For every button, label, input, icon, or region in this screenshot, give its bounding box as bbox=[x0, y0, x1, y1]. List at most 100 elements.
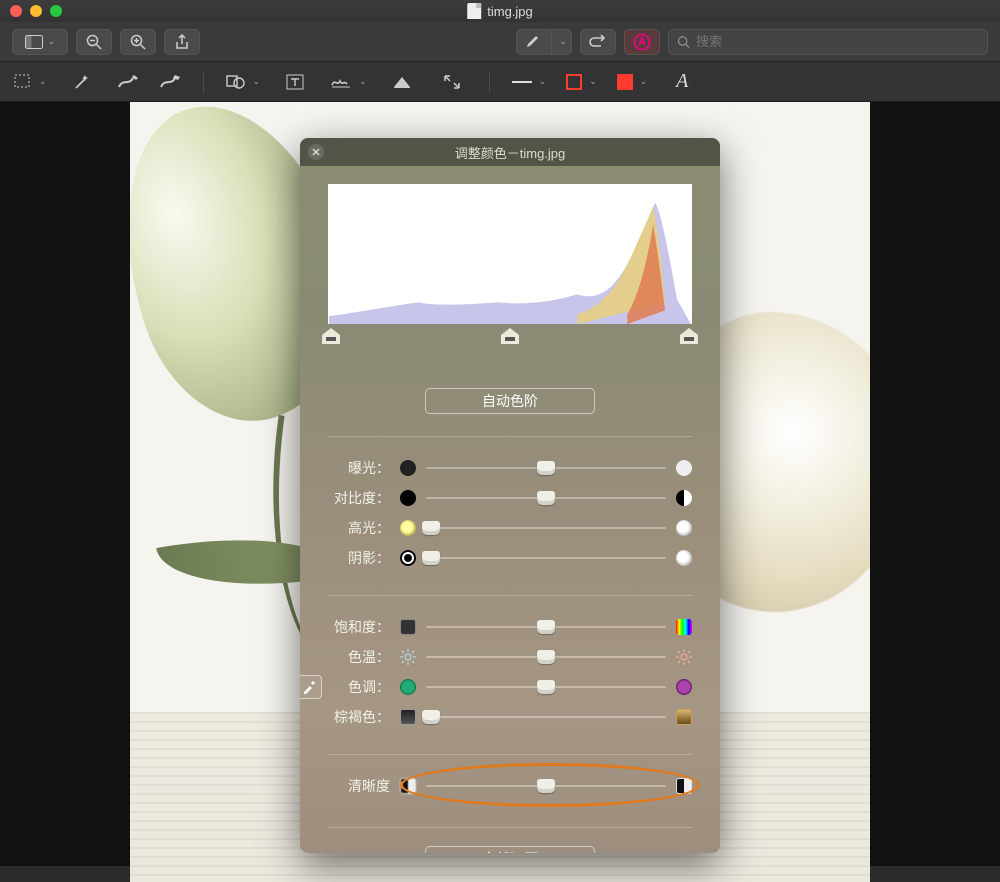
highlights-slider[interactable] bbox=[426, 527, 666, 529]
sepia-row: 棕褐色： bbox=[328, 702, 692, 732]
fill-swatch-icon bbox=[617, 74, 633, 90]
histogram-graph bbox=[329, 185, 691, 324]
temperature-slider[interactable] bbox=[426, 656, 666, 658]
saturation-min-icon bbox=[400, 619, 416, 635]
adjust-color-tool[interactable] bbox=[387, 69, 417, 95]
temperature-warm-icon bbox=[676, 649, 692, 665]
minimize-window-button[interactable] bbox=[30, 5, 42, 17]
levels-white-handle[interactable] bbox=[680, 328, 698, 344]
divider bbox=[328, 754, 692, 755]
share-icon bbox=[175, 34, 189, 50]
tint-magenta-icon bbox=[676, 679, 692, 695]
sepia-min-icon bbox=[400, 709, 416, 725]
tint-label: 色调： bbox=[328, 677, 390, 697]
sepia-slider[interactable] bbox=[426, 716, 666, 718]
divider bbox=[328, 595, 692, 596]
document-icon bbox=[467, 3, 481, 19]
zoom-window-button[interactable] bbox=[50, 5, 62, 17]
contrast-min-icon bbox=[400, 490, 416, 506]
markup-toggle[interactable]: ⌄ bbox=[516, 29, 572, 55]
close-icon bbox=[312, 148, 320, 156]
sharpness-min-icon bbox=[400, 778, 416, 794]
sepia-max-icon bbox=[676, 709, 692, 725]
shadows-label: 阴影： bbox=[328, 548, 390, 568]
saturation-max-icon bbox=[676, 619, 692, 635]
eyedropper-icon bbox=[301, 679, 317, 695]
saturation-row: 饱和度： bbox=[328, 612, 692, 642]
line-style-picker[interactable]: ⌄ bbox=[512, 76, 547, 87]
sharpness-slider[interactable] bbox=[426, 785, 666, 787]
pen-draw-icon bbox=[159, 74, 181, 90]
stroke-color-picker[interactable]: ⌄ bbox=[566, 74, 597, 90]
markup-toolbar-toggle-button[interactable] bbox=[624, 29, 660, 55]
text-tool[interactable] bbox=[280, 69, 310, 95]
levels-mid-handle[interactable] bbox=[501, 328, 519, 344]
tint-green-icon bbox=[400, 679, 416, 695]
temperature-row: 色温： bbox=[328, 642, 692, 672]
stroke-swatch-icon bbox=[566, 74, 582, 90]
exposure-row: 曝光： bbox=[328, 453, 692, 483]
font-style-picker[interactable]: A bbox=[667, 69, 697, 95]
saturation-slider[interactable] bbox=[426, 626, 666, 628]
temperature-label: 色温： bbox=[328, 647, 390, 667]
levels-black-handle[interactable] bbox=[322, 328, 340, 344]
search-icon bbox=[677, 35, 690, 49]
search-field[interactable] bbox=[668, 29, 988, 55]
markup-icon bbox=[633, 33, 651, 51]
window-controls bbox=[10, 5, 62, 17]
shadows-min-icon bbox=[400, 550, 416, 566]
zoom-in-icon bbox=[130, 34, 146, 50]
highlights-max-icon bbox=[676, 520, 692, 536]
search-input[interactable] bbox=[696, 34, 979, 49]
exposure-max-icon bbox=[676, 460, 692, 476]
shapes-icon bbox=[226, 74, 246, 90]
adjust-color-panel[interactable]: 调整颜色－timg.jpg 自动色阶 曝光： 对比度： bbox=[300, 138, 720, 853]
exposure-slider[interactable] bbox=[426, 467, 666, 469]
exposure-min-icon bbox=[400, 460, 416, 476]
fill-color-picker[interactable]: ⌄ bbox=[617, 74, 648, 90]
sidebar-icon bbox=[25, 35, 43, 49]
draw-tool[interactable] bbox=[117, 74, 139, 90]
divider bbox=[328, 436, 692, 437]
histogram-levels bbox=[328, 328, 692, 350]
divider bbox=[328, 827, 692, 828]
window-titlebar: timg.jpg bbox=[0, 0, 1000, 22]
rotate-button[interactable] bbox=[580, 29, 616, 55]
text-icon bbox=[286, 74, 304, 90]
revert-all-button[interactable]: 全部还原 bbox=[425, 846, 595, 853]
resize-icon bbox=[443, 74, 461, 90]
eyedropper-button[interactable] bbox=[300, 675, 322, 699]
highlights-row: 高光： bbox=[328, 513, 692, 543]
shadows-slider[interactable] bbox=[426, 557, 666, 559]
markup-toolbar: ⌄ ⌄ ⌄ ⌄ ⌄ ⌄ A bbox=[0, 62, 1000, 102]
panel-titlebar[interactable]: 调整颜色－timg.jpg bbox=[300, 138, 720, 166]
zoom-out-button[interactable] bbox=[76, 29, 112, 55]
zoom-in-button[interactable] bbox=[120, 29, 156, 55]
share-button[interactable] bbox=[164, 29, 200, 55]
sidebar-toggle-button[interactable]: ⌄ bbox=[12, 29, 68, 55]
exposure-label: 曝光： bbox=[328, 458, 390, 478]
tint-slider[interactable] bbox=[426, 686, 666, 688]
magic-wand-icon bbox=[73, 73, 91, 91]
rotate-left-icon bbox=[589, 34, 607, 50]
instant-alpha-tool[interactable] bbox=[67, 69, 97, 95]
selection-tool[interactable]: ⌄ bbox=[14, 74, 47, 90]
contrast-label: 对比度： bbox=[328, 488, 390, 508]
shapes-tool[interactable]: ⌄ bbox=[226, 74, 261, 90]
pencil-draw-icon bbox=[117, 74, 139, 90]
adjust-size-tool[interactable] bbox=[437, 69, 467, 95]
separator bbox=[489, 71, 490, 93]
signature-icon bbox=[330, 75, 352, 89]
line-weight-icon bbox=[512, 81, 532, 83]
highlights-label: 高光： bbox=[328, 518, 390, 538]
window-title: timg.jpg bbox=[487, 4, 533, 19]
sharpness-row: 清晰度 bbox=[328, 771, 692, 801]
histogram bbox=[328, 184, 692, 324]
contrast-slider[interactable] bbox=[426, 497, 666, 499]
panel-close-button[interactable] bbox=[308, 144, 324, 160]
sketch-tool[interactable] bbox=[159, 74, 181, 90]
auto-levels-button[interactable]: 自动色阶 bbox=[425, 388, 595, 414]
close-window-button[interactable] bbox=[10, 5, 22, 17]
tint-row: 色调： bbox=[328, 672, 692, 702]
sign-tool[interactable]: ⌄ bbox=[330, 75, 367, 89]
